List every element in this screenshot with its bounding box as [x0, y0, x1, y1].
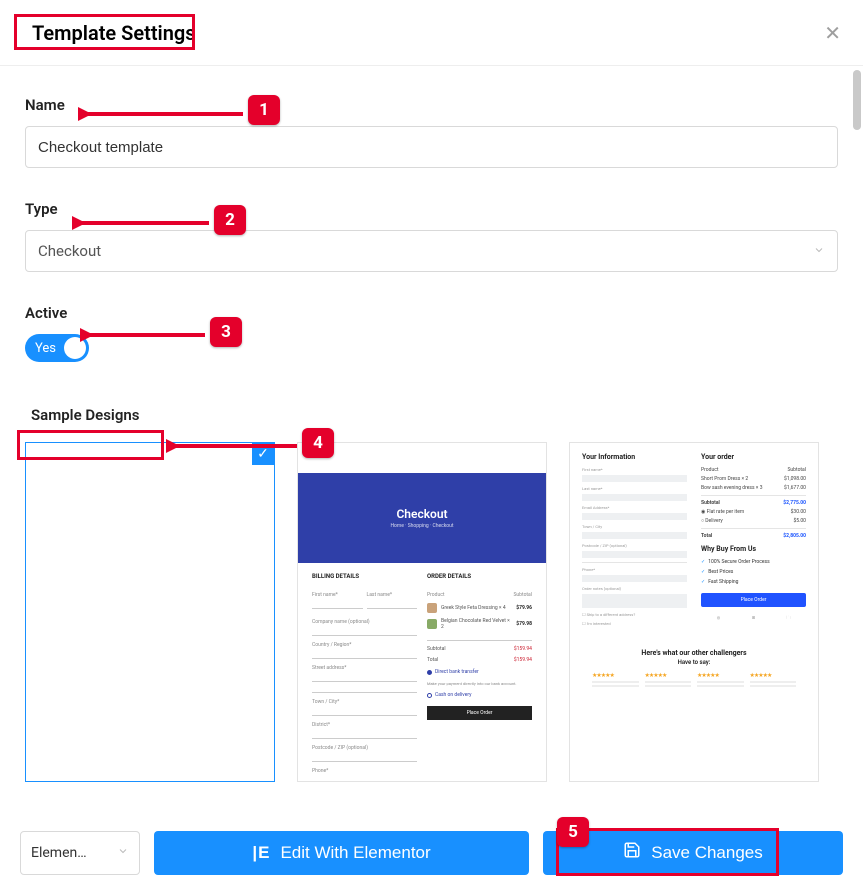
name-label: Name	[25, 96, 65, 114]
save-icon	[623, 841, 641, 864]
design-card-checkout-classic[interactable]: Checkout Home · Shopping · Checkout BILL…	[297, 442, 547, 782]
active-label: Active	[25, 304, 67, 322]
design-card-blank[interactable]: ✓	[25, 442, 275, 782]
builder-value: Elemen…	[31, 845, 87, 861]
design-card-checkout-modern[interactable]: Your Information First name* Last name* …	[569, 442, 819, 782]
chevron-down-icon	[117, 845, 129, 861]
edit-with-elementor-button[interactable]: |E Edit With Elementor	[154, 831, 529, 875]
chevron-down-icon	[813, 242, 825, 260]
builder-select[interactable]: Elemen…	[20, 831, 140, 875]
close-icon[interactable]: ✕	[824, 21, 841, 45]
modal-title: Template Settings	[22, 17, 206, 49]
sample-designs-label: Sample Designs	[25, 402, 145, 428]
active-toggle[interactable]: Yes	[25, 334, 89, 362]
type-select[interactable]: Checkout	[25, 230, 838, 272]
elementor-icon: |E	[252, 843, 270, 863]
toggle-knob	[64, 337, 86, 359]
design2-hero: Checkout Home · Shopping · Checkout	[298, 473, 546, 563]
save-label: Save Changes	[651, 843, 763, 863]
type-value: Checkout	[38, 242, 101, 260]
toggle-value: Yes	[35, 341, 56, 356]
edit-label: Edit With Elementor	[280, 843, 430, 863]
save-changes-button[interactable]: Save Changes	[543, 831, 843, 875]
name-input[interactable]	[25, 126, 838, 168]
content-scroll: Name Type Checkout Active Yes Sample Des…	[0, 66, 863, 814]
type-label: Type	[25, 200, 58, 218]
check-icon: ✓	[252, 443, 274, 465]
footer-bar: Elemen… |E Edit With Elementor Save Chan…	[0, 814, 863, 891]
